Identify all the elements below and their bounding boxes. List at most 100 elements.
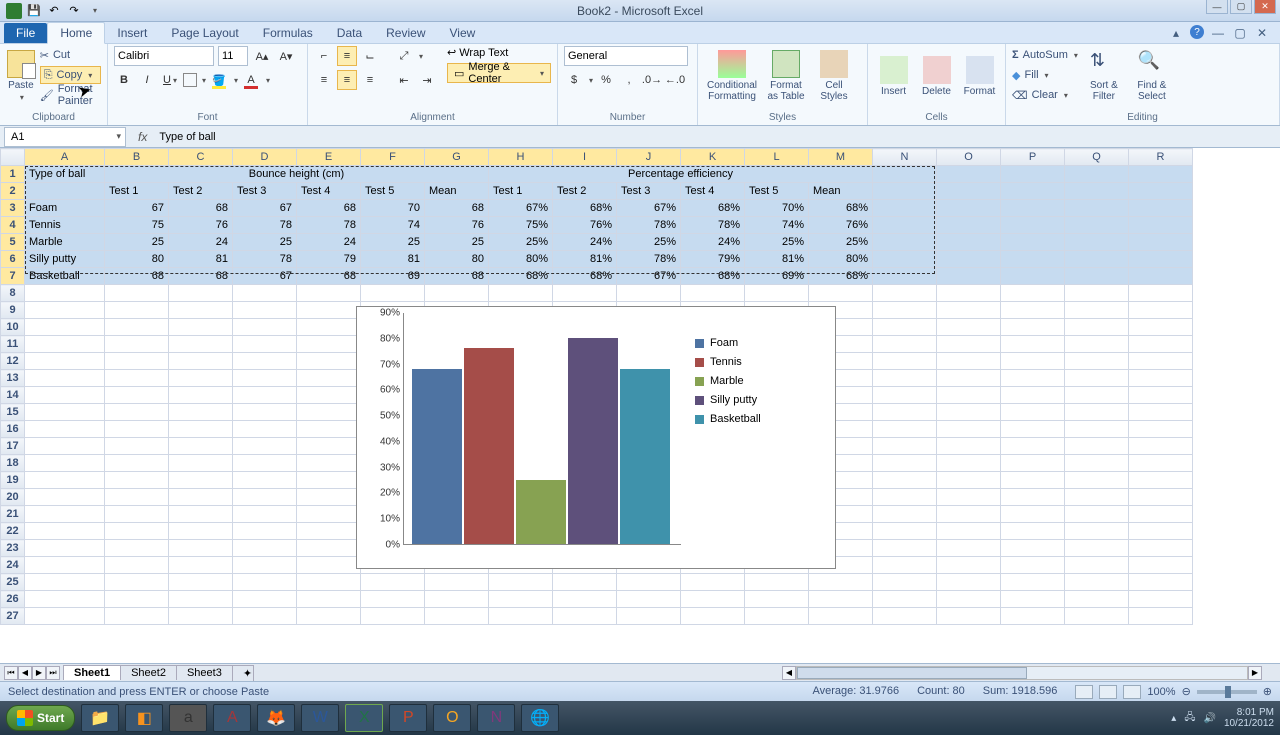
inc-decimal-icon[interactable]: .0→	[642, 70, 662, 90]
conditional-formatting-button[interactable]: Conditional Formatting	[704, 46, 760, 106]
border-button[interactable]	[183, 73, 197, 87]
chart-bar[interactable]	[516, 480, 566, 544]
sheet-nav-next[interactable]: ▶	[32, 666, 46, 680]
tray-expand-icon[interactable]: ▴	[1171, 713, 1176, 724]
underline-button[interactable]: U▾	[160, 70, 180, 90]
taskbar-explorer-icon[interactable]: 📁	[81, 704, 119, 732]
col-header[interactable]: Q	[1065, 149, 1129, 166]
align-middle-icon[interactable]: ≡	[337, 46, 357, 66]
col-header[interactable]: J	[617, 149, 681, 166]
embedded-chart[interactable]: 0%10%20%30%40%50%60%70%80%90% FoamTennis…	[356, 306, 836, 569]
zoom-in-icon[interactable]: ⊕	[1263, 685, 1272, 698]
view-normal-icon[interactable]	[1075, 685, 1093, 699]
format-painter-button[interactable]: 🖌Format Painter	[40, 86, 101, 104]
col-header[interactable]: K	[681, 149, 745, 166]
close-button[interactable]: ✕	[1254, 0, 1276, 14]
maximize-button[interactable]: ▢	[1230, 0, 1252, 14]
ribbon-close-icon[interactable]: ✕	[1254, 25, 1270, 41]
zoom-out-icon[interactable]: ⊖	[1182, 685, 1191, 698]
font-size-combo[interactable]	[218, 46, 248, 66]
sheet-nav-prev[interactable]: ◀	[18, 666, 32, 680]
paste-button[interactable]: Paste▾	[6, 46, 36, 106]
sheet-nav-first[interactable]: ⏮	[4, 666, 18, 680]
copy-button[interactable]: ⎘Copy▾	[40, 66, 101, 84]
tab-review[interactable]: Review	[374, 23, 437, 43]
col-header[interactable]: I	[553, 149, 617, 166]
align-center-icon[interactable]: ≡	[337, 70, 357, 90]
ribbon-min-icon[interactable]: —	[1210, 25, 1226, 41]
spreadsheet-grid[interactable]: ABCDEFGHIJKLMNOPQR1Type of ballBounce he…	[0, 148, 1280, 663]
col-header[interactable]: M	[809, 149, 873, 166]
taskbar-word-icon[interactable]: W	[301, 704, 339, 732]
col-header[interactable]: C	[169, 149, 233, 166]
font-color-button[interactable]: A	[241, 70, 261, 90]
horizontal-scrollbar[interactable]: ◀▶	[782, 665, 1262, 681]
col-header[interactable]: D	[233, 149, 297, 166]
autosum-button[interactable]: Σ AutoSum▾	[1012, 46, 1078, 64]
redo-icon[interactable]: ↷	[66, 3, 82, 19]
col-header[interactable]: L	[745, 149, 809, 166]
format-as-table-button[interactable]: Format as Table	[764, 46, 808, 106]
chart-bar[interactable]	[620, 369, 670, 544]
clear-button[interactable]: ⌫Clear▾	[1012, 86, 1078, 104]
col-header[interactable]: F	[361, 149, 425, 166]
align-right-icon[interactable]: ≡	[360, 70, 380, 90]
tab-file[interactable]: File	[4, 23, 47, 43]
tab-data[interactable]: Data	[325, 23, 374, 43]
col-header[interactable]: B	[105, 149, 169, 166]
merge-center-button[interactable]: ▭Merge & Center▾	[447, 63, 551, 83]
indent-inc-icon[interactable]: ⇥	[417, 70, 437, 90]
sheet-tab-3[interactable]: Sheet3	[176, 665, 233, 680]
taskbar-excel-icon[interactable]: X	[345, 704, 383, 732]
shrink-font-icon[interactable]: A▾	[276, 46, 296, 66]
fx-icon[interactable]: fx	[130, 130, 155, 144]
taskbar-onenote-icon[interactable]: N	[477, 704, 515, 732]
tab-home[interactable]: Home	[47, 22, 105, 44]
formula-value[interactable]: Type of ball	[155, 131, 1280, 143]
wrap-text-button[interactable]: ↩Wrap Text	[447, 46, 551, 59]
tab-formulas[interactable]: Formulas	[251, 23, 325, 43]
ribbon-restore-icon[interactable]: ▢	[1232, 25, 1248, 41]
cell-styles-button[interactable]: Cell Styles	[812, 46, 856, 106]
taskbar-chrome-icon[interactable]: 🌐	[521, 704, 559, 732]
chart-bar[interactable]	[412, 369, 462, 544]
taskbar-firefox-icon[interactable]: 🦊	[257, 704, 295, 732]
cut-button[interactable]: ✂Cut	[40, 46, 101, 64]
sort-filter-button[interactable]: ⇅Sort & Filter	[1082, 46, 1126, 106]
bold-button[interactable]: B	[114, 70, 134, 90]
view-layout-icon[interactable]	[1099, 685, 1117, 699]
tab-pagelayout[interactable]: Page Layout	[159, 23, 250, 43]
help-icon[interactable]: ?	[1190, 25, 1204, 39]
sheet-nav-last[interactable]: ⏭	[46, 666, 60, 680]
number-format-combo[interactable]	[564, 46, 688, 66]
tab-view[interactable]: View	[438, 23, 488, 43]
col-header[interactable]: N	[873, 149, 937, 166]
tray-volume-icon[interactable]: 🔊	[1203, 713, 1215, 724]
comma-icon[interactable]: ,	[619, 70, 639, 90]
undo-icon[interactable]: ↶	[46, 3, 62, 19]
sheet-tab-2[interactable]: Sheet2	[120, 665, 177, 680]
taskbar-app2-icon[interactable]: a	[169, 704, 207, 732]
col-header[interactable]: A	[25, 149, 105, 166]
align-left-icon[interactable]: ≡	[314, 70, 334, 90]
italic-button[interactable]: I	[137, 70, 157, 90]
find-select-button[interactable]: 🔍Find & Select	[1130, 46, 1174, 106]
tray-clock[interactable]: 8:01 PM10/21/2012	[1224, 707, 1274, 729]
insert-cells-button[interactable]: Insert	[874, 46, 913, 106]
indent-dec-icon[interactable]: ⇤	[394, 70, 414, 90]
view-break-icon[interactable]	[1123, 685, 1141, 699]
col-header[interactable]: O	[937, 149, 1001, 166]
align-bottom-icon[interactable]: ⌙	[360, 46, 380, 66]
save-icon[interactable]: 💾	[26, 3, 42, 19]
name-box[interactable]: A1	[4, 127, 126, 147]
col-header[interactable]: E	[297, 149, 361, 166]
grow-font-icon[interactable]: A▴	[252, 46, 272, 66]
fill-color-button[interactable]: 🪣	[209, 70, 229, 90]
qat-more-icon[interactable]: ▾	[86, 3, 102, 19]
minimize-button[interactable]: —	[1206, 0, 1228, 14]
font-name-combo[interactable]	[114, 46, 214, 66]
delete-cells-button[interactable]: Delete	[917, 46, 956, 106]
chart-bar[interactable]	[464, 348, 514, 544]
percent-icon[interactable]: %	[596, 70, 616, 90]
col-header[interactable]: H	[489, 149, 553, 166]
